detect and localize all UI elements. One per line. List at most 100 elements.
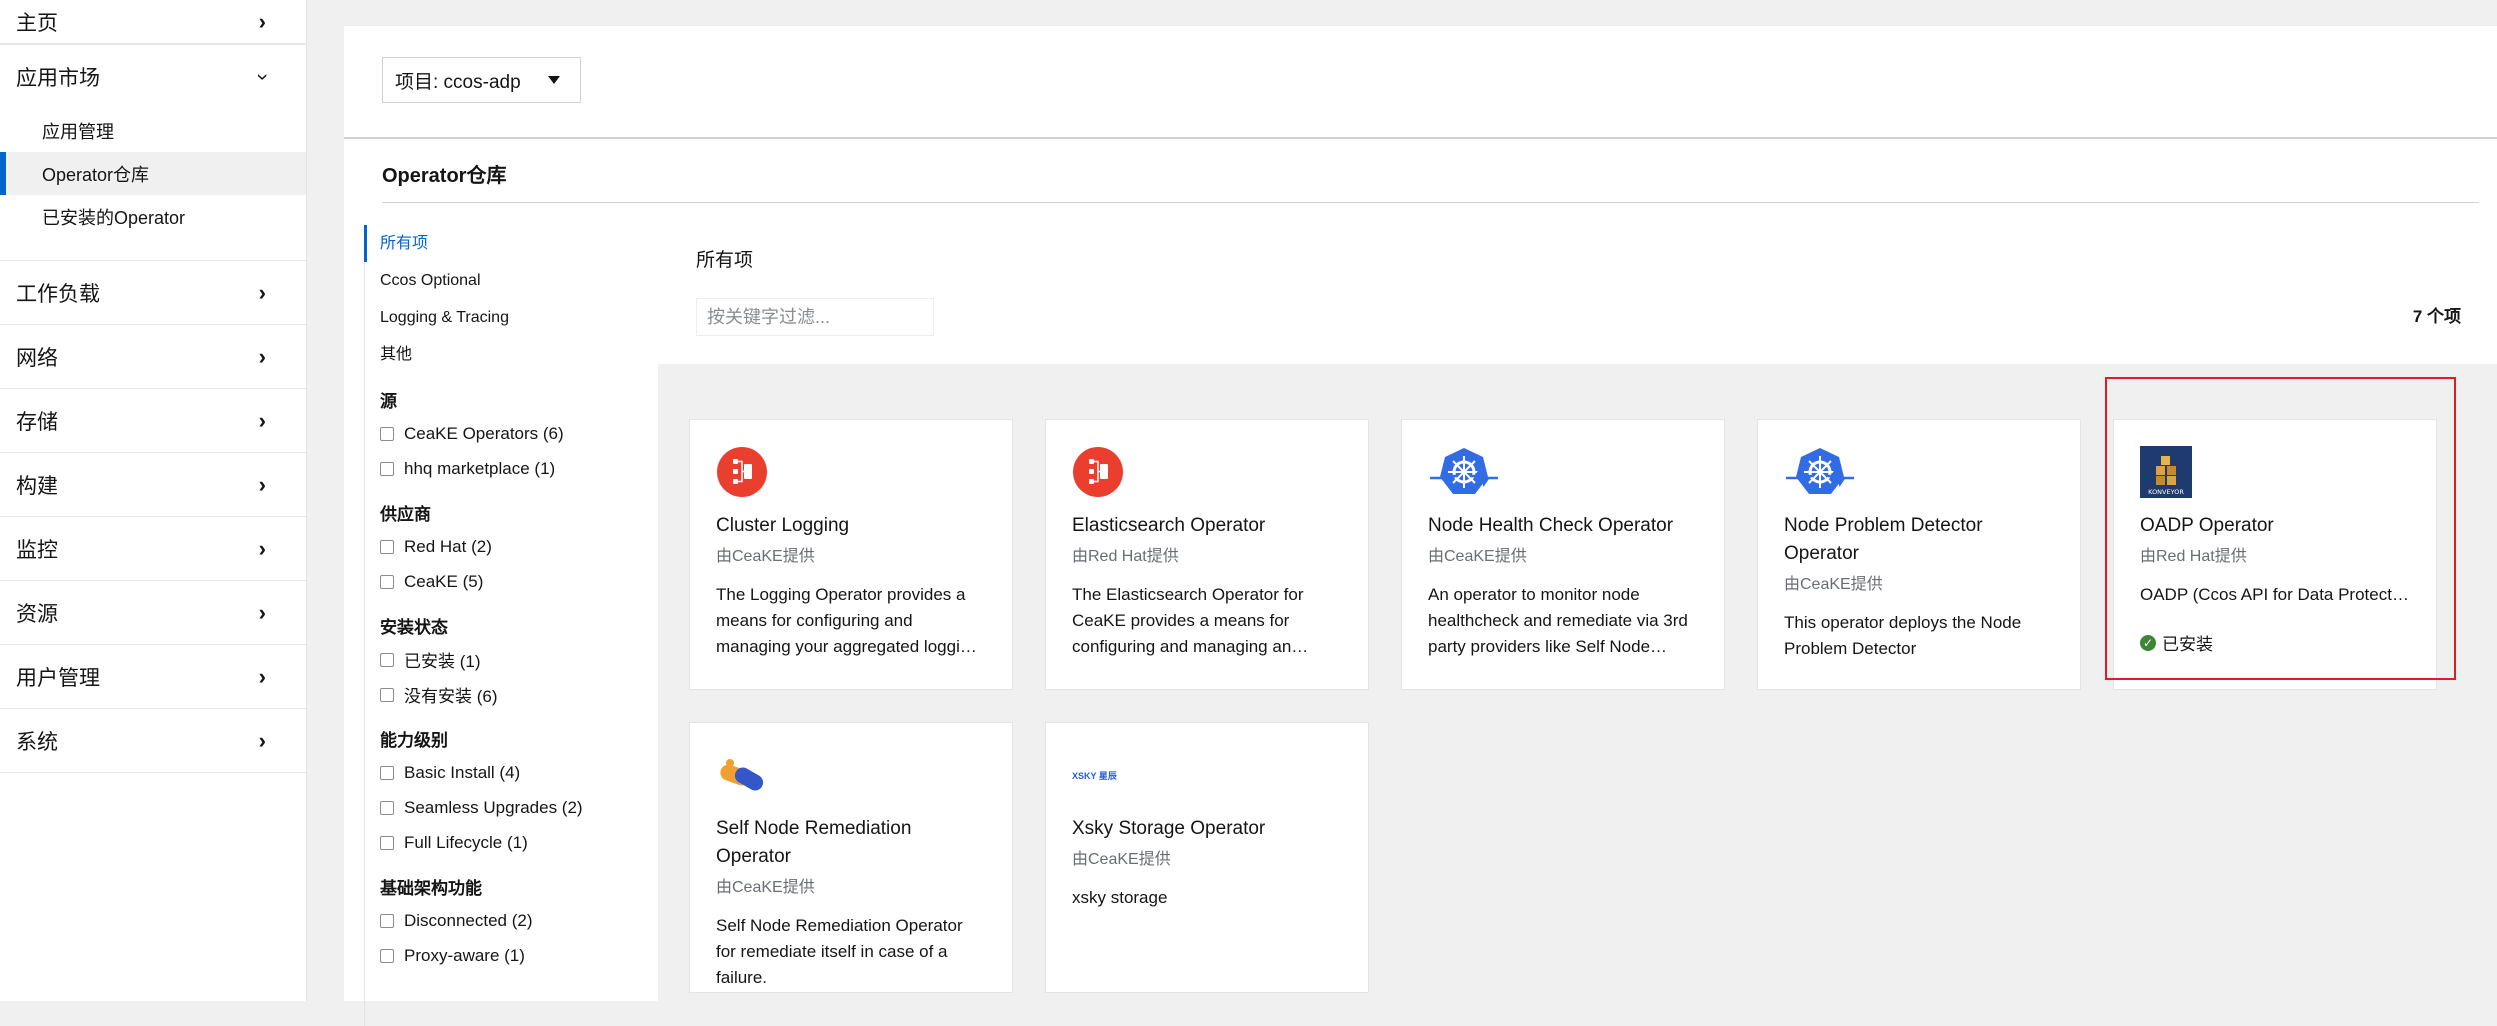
filter-group-title: 供应商	[380, 505, 431, 524]
filter-option-label: Basic Install (4)	[404, 762, 521, 782]
nav-network[interactable]: 网络 ›	[0, 325, 306, 389]
filter-option-label: Full Lifecycle (1)	[404, 832, 528, 852]
category-logging-tracing[interactable]: Logging & Tracing	[364, 299, 664, 336]
nav-user-management[interactable]: 用户管理 ›	[0, 645, 306, 709]
chevron-right-icon: ›	[258, 535, 266, 561]
k8s-health-icon	[1786, 448, 1854, 494]
item-count: 7 个项	[2412, 307, 2461, 326]
checkbox[interactable]	[380, 426, 394, 441]
check-circle-icon: ✓	[2140, 634, 2156, 651]
nav-home[interactable]: 主页 ›	[0, 0, 306, 44]
nav-storage[interactable]: 存储 ›	[0, 389, 306, 453]
nav-appmarket-label: 应用市场	[16, 67, 100, 90]
chevron-right-icon: ›	[258, 599, 266, 625]
nav-operator-hub[interactable]: Operator仓库	[0, 152, 306, 195]
project-select[interactable]: 项目: ccos-adp	[382, 57, 581, 103]
operator-tile-oadp[interactable]: KONVEYOR OADP Operator 由Red Hat提供 OADP (…	[2113, 419, 2437, 690]
filter-option-label: hhq marketplace (1)	[404, 458, 556, 478]
tile-provider: 由Red Hat提供	[1072, 548, 1179, 565]
filter-option[interactable]: hhq marketplace (1)	[364, 451, 664, 486]
caret-down-icon	[548, 76, 560, 84]
checkbox[interactable]	[380, 652, 394, 667]
category-ccos-optional[interactable]: Ccos Optional	[364, 262, 664, 299]
nav-network-label: 网络	[16, 346, 58, 370]
capsule-icon	[720, 759, 764, 791]
category-other[interactable]: 其他	[364, 336, 664, 373]
chevron-right-icon: ›	[258, 471, 266, 497]
installed-status-label: 已安装	[2162, 635, 2213, 654]
nav-builds-label: 构建	[16, 474, 58, 498]
checkbox[interactable]	[380, 765, 394, 780]
tile-provider: 由CeaKE提供	[1428, 548, 1527, 565]
filter-option-label: Red Hat (2)	[404, 536, 492, 556]
tile-provider: 由CeaKE提供	[716, 548, 815, 565]
filter-option[interactable]: Basic Install (4)	[364, 755, 664, 790]
checkbox[interactable]	[380, 687, 394, 702]
filter-option[interactable]: Disconnected (2)	[364, 903, 664, 938]
operator-tile-node-problem-detector[interactable]: Node Problem Detector Operator 由CeaKE提供 …	[1757, 419, 2081, 690]
filter-option[interactable]: CeaKE (5)	[364, 564, 664, 599]
keyword-filter-input[interactable]	[696, 298, 934, 336]
operator-tile-node-health-check[interactable]: Node Health Check Operator 由CeaKE提供 An o…	[1401, 419, 1725, 690]
nav-group-appmarket: 应用市场 › 应用管理 Operator仓库 已安装的Operator	[0, 44, 306, 261]
filter-option[interactable]: 已安装 (1)	[364, 642, 664, 677]
nav-resources-label: 资源	[16, 602, 58, 626]
operator-tile-cluster-logging[interactable]: Cluster Logging 由CeaKE提供 The Logging Ope…	[689, 419, 1013, 690]
tile-grid: Cluster Logging 由CeaKE提供 The Logging Ope…	[658, 364, 2497, 1001]
nav-user-management-label: 用户管理	[16, 666, 100, 690]
nav-appmarket[interactable]: 应用市场 ›	[0, 44, 306, 109]
filter-option[interactable]: Seamless Upgrades (2)	[364, 790, 664, 825]
tile-description: The Logging Operator provides a means fo…	[716, 585, 979, 656]
checkbox[interactable]	[380, 913, 394, 928]
checkbox[interactable]	[380, 948, 394, 963]
filter-option-label: 已安装 (1)	[404, 652, 481, 671]
checkbox[interactable]	[380, 800, 394, 815]
nav-monitoring-label: 监控	[16, 538, 58, 562]
category-all[interactable]: 所有项	[364, 225, 664, 262]
checkbox[interactable]	[380, 461, 394, 476]
chevron-right-icon: ›	[258, 279, 266, 305]
filter-option[interactable]: CeaKE Operators (6)	[364, 416, 664, 451]
filter-option-label: Proxy-aware (1)	[404, 945, 525, 965]
konveyor-wordmark: KONVEYOR	[2148, 488, 2184, 496]
tile-name: OADP Operator	[2140, 515, 2274, 536]
project-select-label: 项目: ccos-adp	[395, 71, 521, 93]
filter-option[interactable]: 没有安装 (6)	[364, 677, 664, 712]
divider	[382, 202, 2479, 203]
filter-option[interactable]: Full Lifecycle (1)	[364, 825, 664, 860]
chevron-right-icon: ›	[258, 8, 266, 34]
nav-monitoring[interactable]: 监控 ›	[0, 517, 306, 581]
chevron-right-icon: ›	[258, 663, 266, 689]
operator-tile-self-node-remediation[interactable]: Self Node Remediation Operator 由CeaKE提供 …	[689, 722, 1013, 993]
filter-option[interactable]: Red Hat (2)	[364, 529, 664, 564]
page-title: Operator仓库	[382, 165, 507, 187]
filter-option-label: 没有安装 (6)	[404, 687, 498, 706]
tile-provider: 由Red Hat提供	[2140, 548, 2247, 565]
nav-home-label: 主页	[16, 11, 58, 35]
nav-system[interactable]: 系统 ›	[0, 709, 306, 773]
xsky-logo-icon: XSKY 星辰	[1072, 749, 1342, 801]
logging-icon	[717, 447, 767, 497]
operator-tile-xsky-storage[interactable]: XSKY 星辰 Xsky Storage Operator 由CeaKE提供 x…	[1045, 722, 1369, 993]
nav-system-label: 系统	[16, 730, 58, 754]
filter-group-title: 安装状态	[380, 618, 448, 637]
nav-workloads[interactable]: 工作负载 ›	[0, 261, 306, 325]
filter-group-title: 基础架构功能	[380, 879, 482, 898]
tile-description: xsky storage	[1072, 888, 1168, 907]
nav-app-management[interactable]: 应用管理	[0, 109, 306, 152]
tile-description: Self Node Remediation Operator for remed…	[716, 916, 963, 987]
nav-resources[interactable]: 资源 ›	[0, 581, 306, 645]
tile-provider: 由CeaKE提供	[1784, 576, 1883, 593]
checkbox[interactable]	[380, 539, 394, 554]
tile-provider: 由CeaKE提供	[1072, 851, 1171, 868]
checkbox[interactable]	[380, 574, 394, 589]
nav-builds[interactable]: 构建 ›	[0, 453, 306, 517]
nav-installed-operators[interactable]: 已安装的Operator	[0, 195, 306, 238]
content-heading: 所有项	[696, 250, 754, 271]
tile-name: Node Problem Detector Operator	[1784, 515, 1983, 564]
operator-tile-elasticsearch[interactable]: Elasticsearch Operator 由Red Hat提供 The El…	[1045, 419, 1369, 690]
filter-option[interactable]: Proxy-aware (1)	[364, 938, 664, 973]
nav-installed-operators-label: 已安装的Operator	[42, 207, 186, 228]
checkbox[interactable]	[380, 835, 394, 850]
konveyor-icon: KONVEYOR	[2140, 446, 2192, 498]
